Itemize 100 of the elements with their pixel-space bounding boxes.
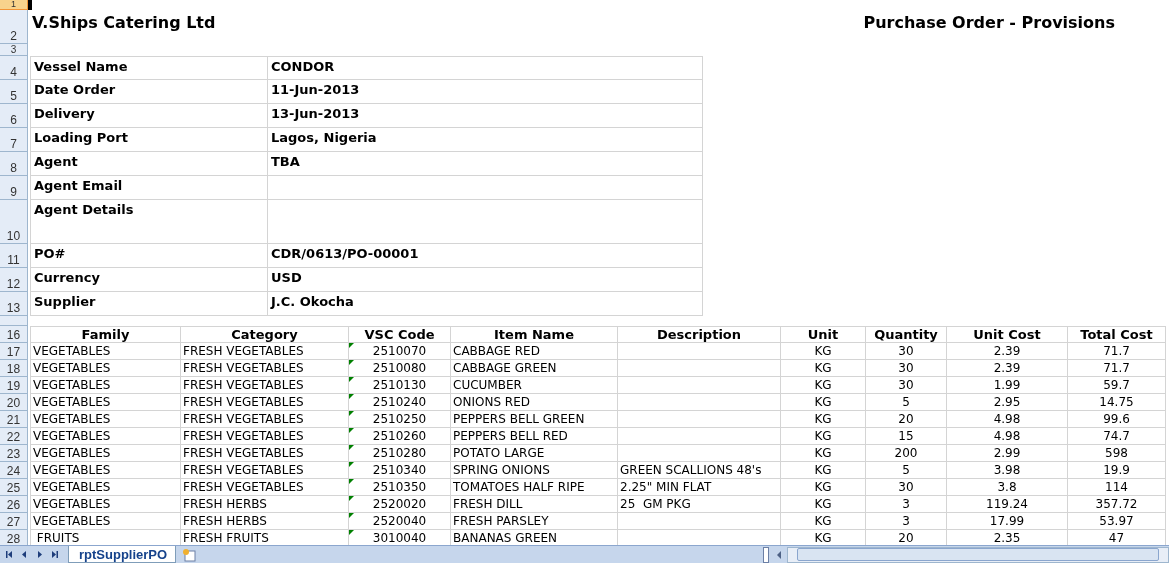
table-cell: FRESH HERBS — [181, 496, 349, 513]
sheet-nav-icon[interactable] — [4, 549, 15, 560]
table-cell: 53.97 — [1068, 513, 1166, 530]
table-cell: 2.25" MIN FLAT — [618, 479, 781, 496]
row-header[interactable]: 18 — [0, 360, 28, 377]
row-header[interactable]: 21 — [0, 411, 28, 428]
row-header[interactable]: 5 — [0, 80, 28, 104]
table-cell: FRESH VEGETABLES — [181, 462, 349, 479]
table-cell: VEGETABLES — [30, 343, 181, 360]
row-header[interactable]: 16 — [0, 326, 28, 343]
new-sheet-icon[interactable] — [182, 547, 199, 562]
sheet-nav-icon[interactable] — [49, 549, 60, 560]
table-cell: VEGETABLES — [30, 462, 181, 479]
table-cell: 30 — [866, 479, 947, 496]
table-cell: FRESH VEGETABLES — [181, 479, 349, 496]
row-header[interactable]: 12 — [0, 268, 28, 292]
row-header[interactable]: 11 — [0, 244, 28, 268]
split-handle[interactable] — [763, 546, 769, 563]
row-header[interactable]: 1 — [0, 0, 28, 10]
field-label: PO# — [30, 244, 268, 268]
table-cell: 3.98 — [947, 462, 1068, 479]
table-cell: 598 — [1068, 445, 1166, 462]
table-cell: 74.7 — [1068, 428, 1166, 445]
field-value: TBA — [268, 152, 703, 176]
table-cell: VEGETABLES — [30, 496, 181, 513]
field-value: J.C. Okocha — [268, 292, 703, 316]
row-header[interactable]: 17 — [0, 343, 28, 360]
row-header[interactable]: 13 — [0, 292, 28, 316]
table-cell: TOMATOES HALF RIPE — [451, 479, 618, 496]
table-cell: CABBAGE RED — [451, 343, 618, 360]
table-cell: KG — [781, 360, 866, 377]
table-cell: VEGETABLES — [30, 394, 181, 411]
row-header[interactable]: 24 — [0, 462, 28, 479]
table-cell: 2510130 — [349, 377, 451, 394]
table-cell: 2510080 — [349, 360, 451, 377]
table-cell: PEPPERS BELL GREEN — [451, 411, 618, 428]
table-cell: 2.99 — [947, 445, 1068, 462]
row-header[interactable]: 3 — [0, 44, 28, 56]
table-cell: FRESH HERBS — [181, 513, 349, 530]
field-value: 11-Jun-2013 — [268, 80, 703, 104]
field-value: CONDOR — [268, 56, 703, 80]
table-cell: 2510070 — [349, 343, 451, 360]
table-cell: KG — [781, 411, 866, 428]
row-header[interactable]: 4 — [0, 56, 28, 80]
row-header[interactable]: 27 — [0, 513, 28, 530]
document-title: Purchase Order - Provisions — [863, 13, 1115, 34]
table-cell: GREEN SCALLIONS 48's — [618, 462, 781, 479]
column-header: Unit — [781, 326, 866, 343]
table-cell: FRESH VEGETABLES — [181, 377, 349, 394]
table-cell: KG — [781, 445, 866, 462]
table-cell: FRESH DILL — [451, 496, 618, 513]
table-cell: 4.98 — [947, 428, 1068, 445]
row-header[interactable]: 23 — [0, 445, 28, 462]
table-cell: FRESH VEGETABLES — [181, 428, 349, 445]
column-header: Total Cost — [1068, 326, 1166, 343]
table-cell: 2510280 — [349, 445, 451, 462]
row-header[interactable]: 19 — [0, 377, 28, 394]
table-cell: FRESH VEGETABLES — [181, 360, 349, 377]
row-header[interactable]: 10 — [0, 200, 28, 244]
table-cell: KG — [781, 496, 866, 513]
table-cell: 5 — [866, 462, 947, 479]
column-header: Quantity — [866, 326, 947, 343]
table-cell: 20 — [866, 411, 947, 428]
row-header[interactable]: 7 — [0, 128, 28, 152]
field-value: CDR/0613/PO-00001 — [268, 244, 703, 268]
row-header[interactable]: 9 — [0, 176, 28, 200]
table-cell: 71.7 — [1068, 360, 1166, 377]
table-cell: 2510240 — [349, 394, 451, 411]
table-cell: VEGETABLES — [30, 428, 181, 445]
row-header[interactable]: 20 — [0, 394, 28, 411]
company-name: V.Ships Catering Ltd — [32, 13, 216, 34]
row-header[interactable]: 25 — [0, 479, 28, 496]
row-header[interactable]: 6 — [0, 104, 28, 128]
table-cell: 357.72 — [1068, 496, 1166, 513]
field-value: 13-Jun-2013 — [268, 104, 703, 128]
table-cell: KG — [781, 513, 866, 530]
field-value: USD — [268, 268, 703, 292]
table-cell: FRESH VEGETABLES — [181, 394, 349, 411]
table-cell: 15 — [866, 428, 947, 445]
sheet-tab[interactable]: rptSupplierPO — [68, 546, 177, 563]
table-cell: FRESH VEGETABLES — [181, 343, 349, 360]
column-header: Item Name — [451, 326, 618, 343]
row-header[interactable]: 8 — [0, 152, 28, 176]
table-cell: 71.7 — [1068, 343, 1166, 360]
table-cell: 2.39 — [947, 360, 1068, 377]
row-header[interactable]: 2 — [0, 10, 28, 44]
column-header: VSC Code — [349, 326, 451, 343]
table-cell: PEPPERS BELL RED — [451, 428, 618, 445]
table-cell: 200 — [866, 445, 947, 462]
table-cell: 3 — [866, 513, 947, 530]
table-cell: KG — [781, 377, 866, 394]
horizontal-scrollbar[interactable] — [787, 546, 1169, 563]
row-header[interactable]: 26 — [0, 496, 28, 513]
table-cell: 2510350 — [349, 479, 451, 496]
table-cell: 30 — [866, 343, 947, 360]
table-cell: 30 — [866, 360, 947, 377]
field-label: Agent — [30, 152, 268, 176]
row-header[interactable]: 22 — [0, 428, 28, 445]
table-cell: 2510260 — [349, 428, 451, 445]
table-cell: VEGETABLES — [30, 411, 181, 428]
